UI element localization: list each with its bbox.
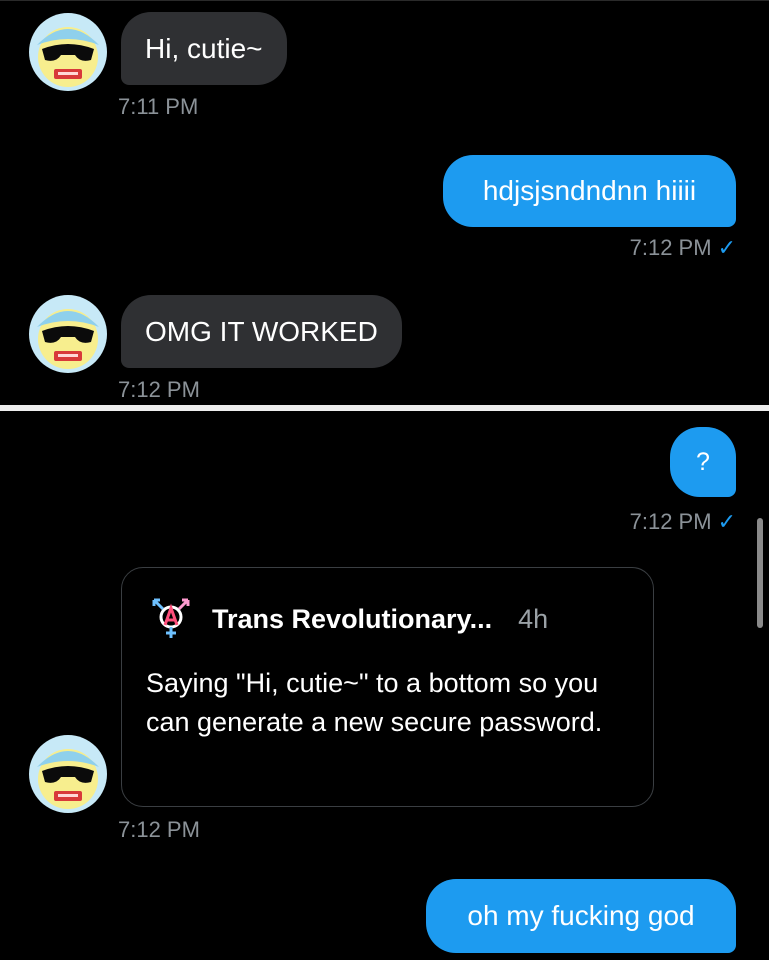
checkmark-icon: ✓: [717, 509, 736, 534]
message-text: Hi, cutie~: [145, 32, 263, 64]
message-text: hdjsjsndndnn hiiii: [482, 175, 697, 206]
message-bubble-outgoing[interactable]: ?: [670, 427, 736, 497]
message-timestamp-with-receipt: 7:12 PM ✓: [630, 509, 736, 535]
tweet-header: Trans Revolutionary... 4h: [148, 596, 548, 642]
tweet-author-name: Trans Revolutionary...: [212, 603, 493, 634]
message-timestamp: 7:11 PM: [118, 94, 199, 119]
message-timestamp-with-receipt: 7:12 PM ✓: [630, 235, 736, 261]
message-timestamp: 7:12 PM: [629, 235, 712, 260]
contact-avatar[interactable]: [27, 293, 109, 375]
scrollbar[interactable]: [757, 518, 763, 628]
avatar-face-icon: [29, 13, 107, 91]
message-bubble-outgoing[interactable]: hdjsjsndndnn hiiii: [443, 155, 736, 227]
message-bubble-incoming[interactable]: Hi, cutie~: [121, 12, 287, 85]
checkmark-icon: ✓: [717, 235, 736, 260]
trans-anarchy-symbol-icon: [152, 598, 190, 638]
contact-avatar[interactable]: [27, 733, 109, 815]
message-text: oh my fucking god: [467, 900, 695, 931]
message-text: ?: [696, 447, 710, 476]
message-text: OMG IT WORKED: [145, 315, 378, 347]
tweet-age: 4h: [518, 603, 549, 634]
message-timestamp: 7:12 PM: [118, 817, 200, 842]
message-timestamp: 7:12 PM: [629, 509, 712, 534]
message-bubble-incoming[interactable]: OMG IT WORKED: [121, 295, 402, 368]
contact-avatar[interactable]: [27, 11, 109, 93]
message-bubble-outgoing[interactable]: oh my fucking god: [426, 879, 736, 953]
shared-tweet-card[interactable]: Trans Revolutionary... 4h Saying "Hi, cu…: [121, 567, 654, 807]
tweet-text: Saying "Hi, cutie~" to a bottom so you c…: [146, 668, 603, 737]
chat-panel-bottom: ? 7:12 PM ✓ Trans Revolutionary... 4h Sa…: [0, 411, 769, 960]
avatar-face-icon: [29, 295, 107, 373]
avatar-face-icon: [29, 735, 107, 813]
message-timestamp: 7:12 PM: [118, 377, 200, 402]
chat-panel-top: Hi, cutie~ 7:11 PM hdjsjsndndnn hiiii 7:…: [0, 0, 769, 405]
